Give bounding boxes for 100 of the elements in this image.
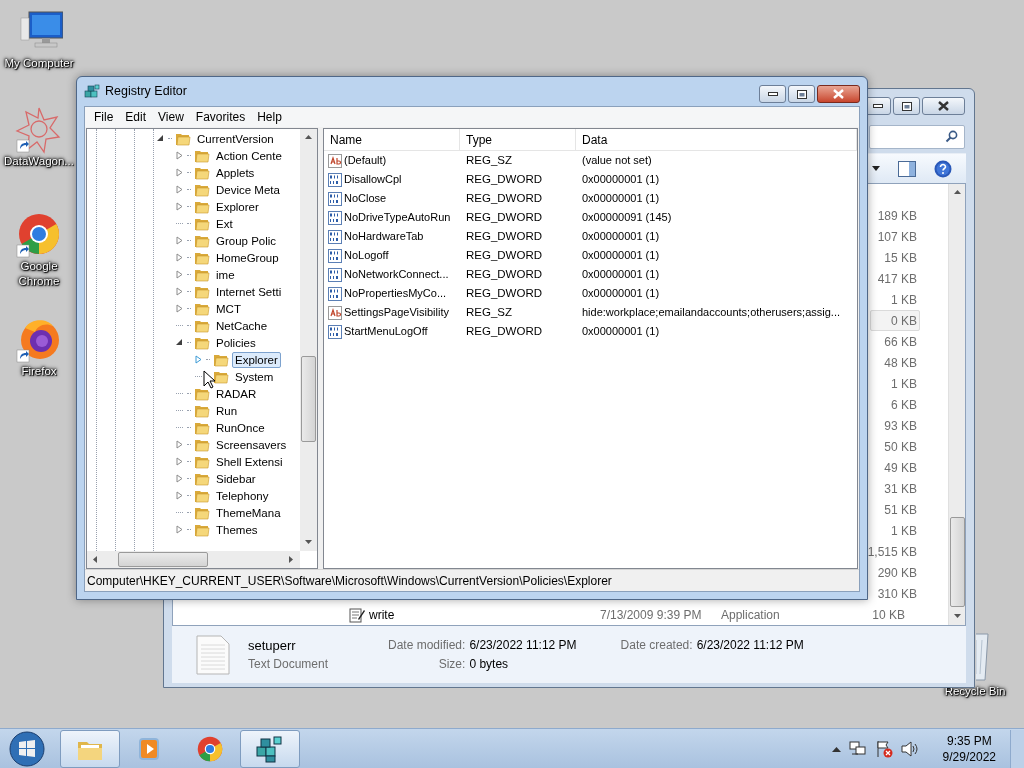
file-row[interactable]: 49 KB <box>870 457 920 479</box>
file-row[interactable]: 107 KB <box>870 226 920 248</box>
tree-item[interactable]: MCT <box>213 300 244 317</box>
collapse-arrow-icon[interactable] <box>157 135 164 142</box>
column-header[interactable]: Data <box>576 129 857 150</box>
value-name[interactable]: NoHardwareTab <box>344 228 424 245</box>
value-name[interactable]: DisallowCpl <box>344 171 402 188</box>
tree-item[interactable]: Applets <box>213 164 258 181</box>
expand-arrow-icon[interactable] <box>195 355 202 364</box>
scrollbar-thumb[interactable] <box>118 552 208 567</box>
column-header[interactable]: Name <box>324 129 460 150</box>
registry-taskbar-button[interactable] <box>240 729 300 768</box>
desktop-icon-label[interactable]: My Computer <box>1 56 77 71</box>
tree-item[interactable]: Device Meta <box>213 181 283 198</box>
tree-item[interactable]: Explorer <box>232 351 281 368</box>
expand-arrow-icon[interactable] <box>176 168 183 177</box>
tree-item[interactable]: NetCache <box>213 317 271 334</box>
network-icon[interactable] <box>848 740 867 757</box>
scrollbar-thumb[interactable] <box>949 517 965 608</box>
collapse-arrow-icon[interactable] <box>176 339 183 346</box>
tree-item[interactable]: Explorer <box>213 198 262 215</box>
file-row[interactable]: 6 KB <box>870 394 920 416</box>
file-row[interactable]: 310 KB <box>870 583 920 605</box>
file-row[interactable]: 1 KB <box>870 373 920 395</box>
minimize-button[interactable] <box>759 85 786 103</box>
horizontal-scrollbar[interactable] <box>87 551 300 568</box>
tree-item[interactable]: Sidebar <box>213 470 259 487</box>
expand-arrow-icon[interactable] <box>176 440 183 449</box>
menu-item[interactable]: View <box>153 108 189 126</box>
scrollbar-thumb[interactable] <box>301 356 316 442</box>
desktop-icon-label[interactable]: Google Chrome <box>1 259 77 289</box>
value-name[interactable]: NoDriveTypeAutoRun <box>344 209 451 226</box>
tree-item[interactable]: Screensavers <box>213 436 290 453</box>
file-row[interactable]: 189 KB <box>870 205 920 227</box>
start-button[interactable] <box>8 729 46 768</box>
tree-item[interactable]: ime <box>213 266 238 283</box>
menu-item[interactable]: Favorites <box>190 108 251 126</box>
maximize-button[interactable] <box>788 85 815 103</box>
folder-taskbar-button[interactable] <box>60 729 120 768</box>
menu-item[interactable]: File <box>89 108 119 126</box>
scroll-down-arrow-icon[interactable] <box>304 538 313 547</box>
file-row[interactable]: 15 KB <box>870 247 920 269</box>
expand-arrow-icon[interactable] <box>176 525 183 534</box>
file-row[interactable]: 290 KB <box>870 562 920 584</box>
file-row[interactable]: 50 KB <box>870 436 920 458</box>
tree-item[interactable]: Themes <box>213 521 261 538</box>
expand-arrow-icon[interactable] <box>176 202 183 211</box>
scroll-right-arrow-icon[interactable] <box>287 555 296 564</box>
tree-item[interactable]: RunOnce <box>213 419 268 436</box>
file-row[interactable]: 1 KB <box>870 520 920 542</box>
menu-item[interactable]: Edit <box>120 108 152 126</box>
value-name[interactable]: (Default) <box>344 152 387 169</box>
expand-arrow-icon[interactable] <box>176 287 183 296</box>
value-name[interactable]: NoLogoff <box>344 247 389 264</box>
file-row[interactable]: 417 KB <box>870 268 920 290</box>
column-header[interactable]: Type <box>460 129 576 150</box>
tree-item[interactable]: Action Cente <box>213 147 285 164</box>
expand-arrow-icon[interactable] <box>176 270 183 279</box>
value-name[interactable]: StartMenuLogOff <box>344 323 428 340</box>
scroll-left-arrow-icon[interactable] <box>91 555 100 564</box>
file-row[interactable]: 0 KB <box>870 310 920 332</box>
clock[interactable]: 9:35 PM 9/29/2022 <box>936 732 1002 765</box>
tree-item[interactable]: CurrentVersion <box>194 130 277 147</box>
star-logo-icon[interactable] <box>15 106 63 154</box>
preview-pane-icon[interactable] <box>898 160 916 177</box>
tree-item[interactable]: Internet Setti <box>213 283 285 300</box>
tree-item[interactable]: System <box>232 368 277 385</box>
scroll-up-arrow-icon[interactable] <box>304 133 313 142</box>
tree-item[interactable]: ThemeMana <box>213 504 284 521</box>
dropdown-caret-icon[interactable] <box>872 166 880 171</box>
flag-error-icon[interactable] <box>874 739 893 758</box>
file-row[interactable]: 1 KB <box>870 289 920 311</box>
expand-arrow-icon[interactable] <box>176 491 183 500</box>
file-row[interactable]: 31 KB <box>870 478 920 500</box>
desktop-icon-label[interactable]: DataWagon... <box>1 154 77 169</box>
tree-item[interactable]: RADAR <box>213 385 260 402</box>
expand-arrow-icon[interactable] <box>176 304 183 313</box>
expand-arrow-icon[interactable] <box>176 253 183 262</box>
file-row[interactable]: 66 KB <box>870 331 920 353</box>
expand-arrow-icon[interactable] <box>176 474 183 483</box>
value-name[interactable]: NoClose <box>344 190 387 207</box>
expand-arrow-icon[interactable] <box>176 236 183 245</box>
tree-item[interactable]: Telephony <box>213 487 272 504</box>
help-icon[interactable] <box>934 159 952 178</box>
file-row[interactable]: 51 KB <box>870 499 920 521</box>
value-name[interactable]: NoPropertiesMyCo... <box>344 285 447 302</box>
maximize-button[interactable] <box>893 97 920 115</box>
speaker-icon[interactable] <box>900 740 919 757</box>
file-row[interactable]: 48 KB <box>870 352 920 374</box>
desktop-icon-label[interactable]: Firefox <box>1 364 77 379</box>
value-name[interactable]: SettingsPageVisibility <box>344 304 449 321</box>
show-hidden-icons-icon[interactable] <box>831 745 841 752</box>
search-field[interactable] <box>869 124 965 149</box>
value-name[interactable]: NoNetworkConnect... <box>344 266 449 283</box>
tree-item[interactable]: Shell Extensi <box>213 453 286 470</box>
menu-item[interactable]: Help <box>252 108 287 126</box>
vertical-scrollbar[interactable] <box>300 129 317 551</box>
tree-item[interactable]: HomeGroup <box>213 249 282 266</box>
tree-item[interactable]: Group Polic <box>213 232 280 249</box>
close-button[interactable] <box>922 97 965 115</box>
